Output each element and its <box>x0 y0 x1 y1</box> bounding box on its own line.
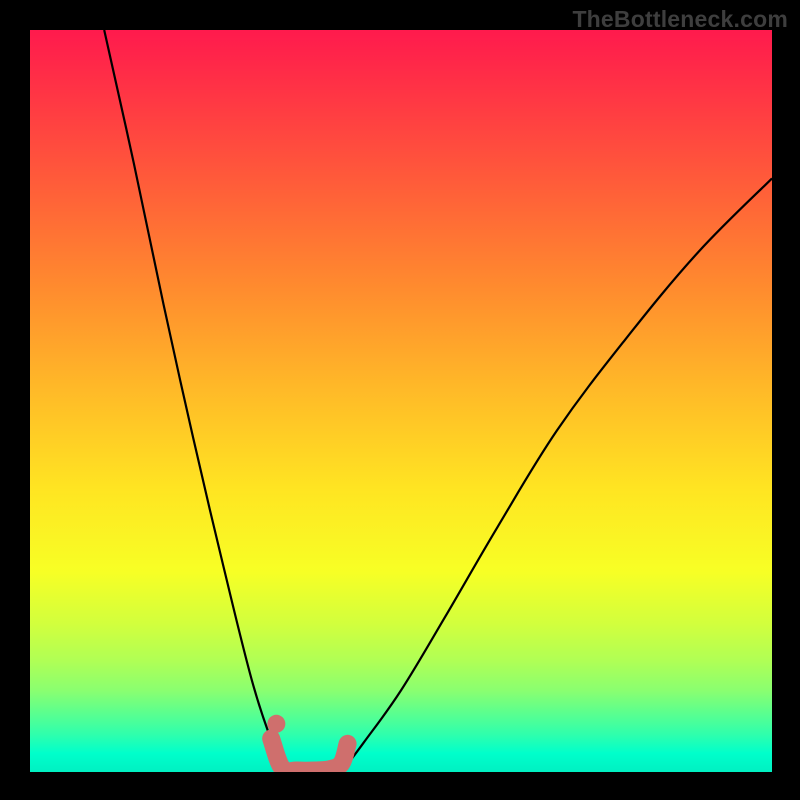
plot-area <box>30 30 772 772</box>
series-left-descent <box>104 30 286 772</box>
curves-layer <box>30 30 772 772</box>
series-floor-dot <box>267 715 285 733</box>
watermark-text: TheBottleneck.com <box>572 6 788 33</box>
chart-frame: TheBottleneck.com <box>0 0 800 800</box>
series-floor-band <box>271 739 347 772</box>
series-right-ascent <box>342 178 772 772</box>
